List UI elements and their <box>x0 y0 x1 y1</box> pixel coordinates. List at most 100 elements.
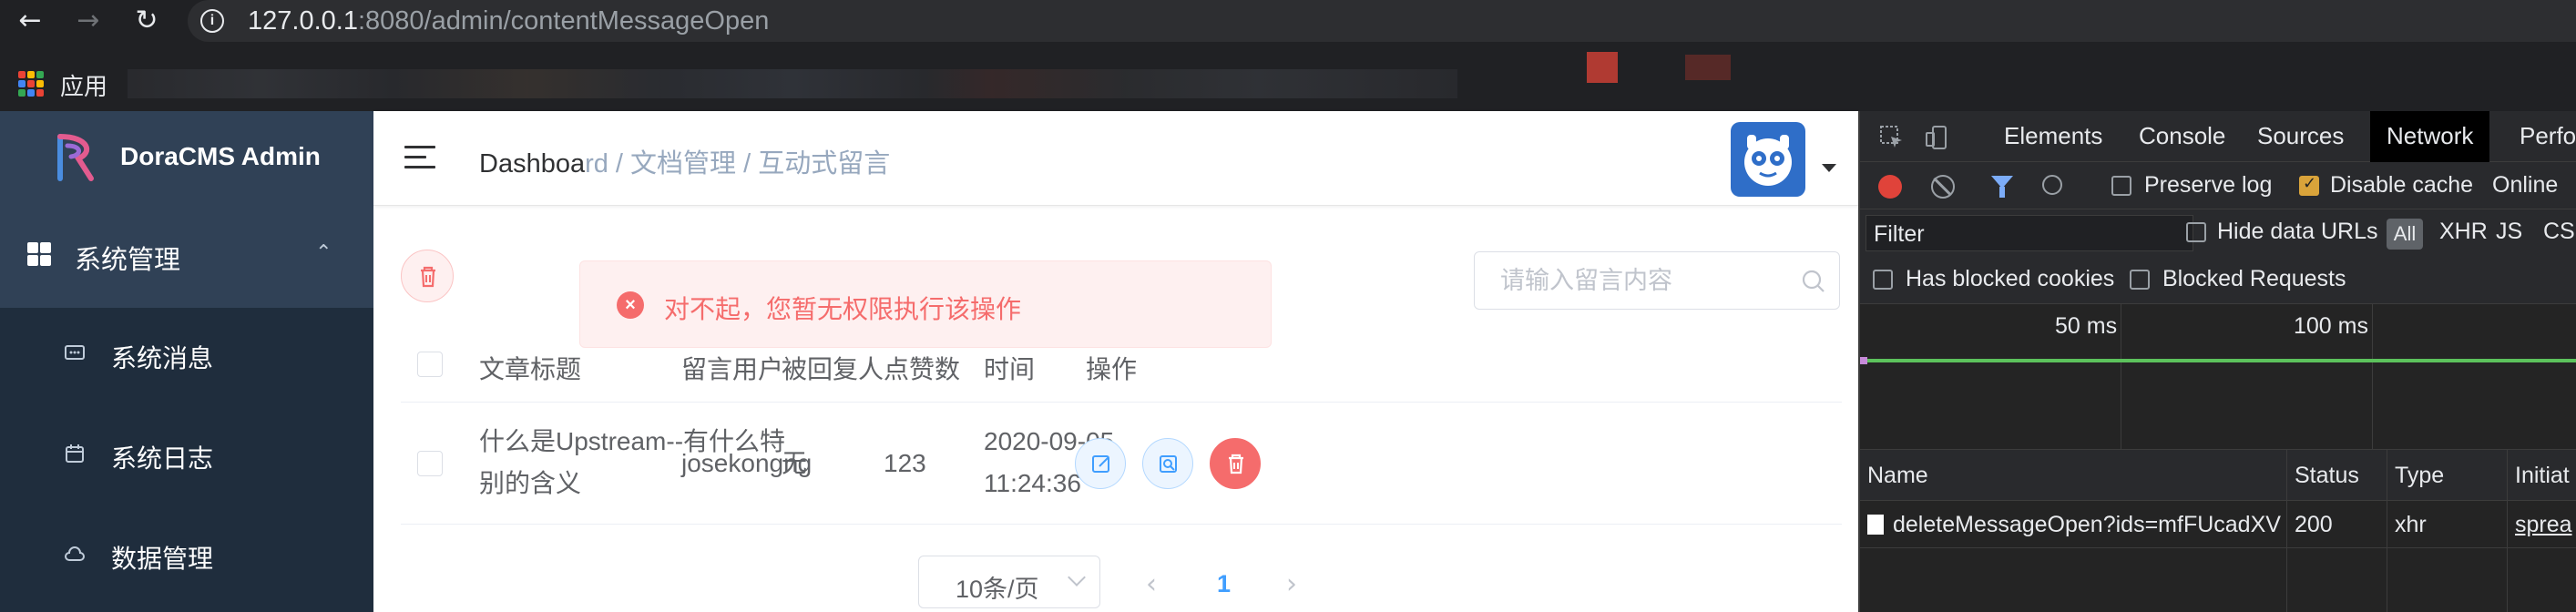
url-text[interactable]: 127.0.0.1:8080/admin/contentMessageOpen <box>248 6 769 36</box>
sidebar-group-label: 系统管理 <box>75 246 181 275</box>
column-header-name[interactable]: Name <box>1860 450 2286 501</box>
bookmarks-bar: 应用 <box>0 62 2576 102</box>
select-all-checkbox[interactable] <box>417 352 443 377</box>
column-header-likes[interactable]: 点赞数 <box>884 350 960 386</box>
blurred-bookmarks <box>128 69 1457 98</box>
request-status: 200 <box>2286 501 2387 548</box>
column-header-time[interactable]: 时间 <box>984 350 1035 386</box>
page-size-select[interactable]: 10条/页 <box>918 556 1100 608</box>
breadcrumb-rest: rd / 文档管理 / 互动式留言 <box>585 149 891 178</box>
column-header-replied-to[interactable]: 被回复人 <box>782 350 884 386</box>
devtools-tabbar: Elements Console Sources Network Perform <box>1860 111 2576 162</box>
type-filter-all[interactable]: All <box>2387 219 2423 250</box>
message-likes: 123 <box>884 449 926 477</box>
delete-button[interactable] <box>1210 438 1261 489</box>
sidebar-item-data-management[interactable]: 数据管理 <box>0 508 373 599</box>
hamburger-menu-icon[interactable] <box>404 146 435 171</box>
has-blocked-cookies-checkbox[interactable] <box>1873 270 1893 290</box>
prev-page-icon[interactable]: ‹ <box>1146 568 1157 600</box>
reload-icon[interactable]: ↻ <box>129 4 164 38</box>
apps-grid-icon[interactable] <box>18 71 44 97</box>
search-icon[interactable] <box>2042 175 2062 195</box>
device-toolbar-icon[interactable] <box>1924 124 1951 151</box>
hide-data-urls-checkbox[interactable] <box>2186 222 2206 242</box>
sidebar-item-system-messages[interactable]: 系统消息 <box>0 308 373 399</box>
column-header-user[interactable]: 留言用户 <box>681 350 783 386</box>
forward-arrow-icon[interactable]: → <box>71 4 106 38</box>
column-header-initiator[interactable]: Initiat <box>2507 450 2576 501</box>
robot-avatar-icon <box>1744 135 1792 186</box>
type-filter-js[interactable]: JS <box>2496 219 2522 245</box>
timeline-label-50ms: 50 ms <box>2055 313 2118 339</box>
column-header-type[interactable]: Type <box>2387 450 2507 501</box>
request-name-cell: deleteMessageOpen?ids=mfFUcadXV <box>1860 501 2286 548</box>
devtools-tab-performance[interactable]: Perform <box>2520 122 2576 150</box>
site-info-icon[interactable]: i <box>200 9 224 33</box>
devtools-tab-elements[interactable]: Elements <box>2004 122 2102 150</box>
avatar[interactable] <box>1731 122 1805 197</box>
admin-app: DoraCMS Admin 系统管理 ⌄ 系统消息 系统日志 数据管理 Dash… <box>0 111 1858 612</box>
preserve-log-checkbox[interactable] <box>2111 176 2131 196</box>
sidebar-item-system-logs[interactable]: 系统日志 <box>0 408 373 499</box>
chevron-down-icon <box>1068 568 1086 586</box>
timeline-label-100ms: 100 ms <box>2294 313 2368 339</box>
type-filter-css[interactable]: CS <box>2543 219 2575 245</box>
browser-chrome: ← → ↻ i 127.0.0.1:8080/admin/contentMess… <box>0 0 2576 111</box>
devtools-tab-network[interactable]: Network <box>2370 111 2490 162</box>
type-filter-xhr[interactable]: XHR <box>2439 219 2488 245</box>
sidebar-group-system[interactable]: 系统管理 ⌄ <box>0 209 373 301</box>
column-header-status[interactable]: Status <box>2286 450 2387 501</box>
message-search-field[interactable] <box>1474 251 1840 310</box>
brand-name: DoraCMS Admin <box>120 142 321 170</box>
disable-cache-checkbox[interactable] <box>2299 174 2319 196</box>
chevron-up-icon: ⌄ <box>315 240 332 262</box>
breadcrumb-dashboard[interactable]: Dashboa <box>479 149 585 178</box>
caret-down-icon[interactable] <box>1822 164 1836 172</box>
request-type: xhr <box>2387 501 2507 548</box>
devtools-tab-console[interactable]: Console <box>2139 122 2225 150</box>
blocked-requests-label: Blocked Requests <box>2162 266 2346 291</box>
sidebar-item-label: 数据管理 <box>111 545 214 573</box>
next-page-icon[interactable]: › <box>1286 568 1297 600</box>
column-header-title[interactable]: 文章标题 <box>479 350 581 386</box>
network-table-header: Name Status Type Initiat <box>1860 450 2576 501</box>
table-gridline <box>2286 548 2287 612</box>
network-toolbar: Preserve log Disable cache Online <box>1860 162 2576 209</box>
network-table-body-empty <box>1860 548 2576 612</box>
hide-data-urls-label: Hide data URLs <box>2217 219 2378 244</box>
timeline-gridline <box>2372 304 2373 450</box>
bulk-delete-button[interactable] <box>401 250 454 302</box>
timeline-marker <box>1860 357 1867 364</box>
search-icon[interactable] <box>1801 269 1826 294</box>
network-filter-input[interactable]: Filter <box>1866 215 2193 251</box>
search-input[interactable] <box>1500 265 1783 296</box>
view-detail-icon <box>1160 455 1177 473</box>
preserve-log-label: Preserve log <box>2144 172 2273 198</box>
doracms-logo-icon <box>57 134 94 181</box>
view-button[interactable] <box>1142 438 1193 489</box>
breadcrumb: Dashboard / 文档管理 / 互动式留言 <box>479 142 890 180</box>
request-initiator-link[interactable]: sprea <box>2507 501 2576 548</box>
column-header-actions: 操作 <box>1086 355 1138 383</box>
bookmarks-apps-label[interactable]: 应用 <box>60 68 107 102</box>
network-request-row[interactable]: deleteMessageOpen?ids=mfFUcadXV 200 xhr … <box>1860 501 2576 548</box>
address-bar[interactable]: i 127.0.0.1:8080/admin/contentMessageOpe… <box>188 0 2576 42</box>
message-replied-to: 无 <box>782 449 808 477</box>
network-blocked-row: Has blocked cookies Blocked Requests <box>1860 255 2576 304</box>
filter-funnel-icon[interactable] <box>1991 176 2013 198</box>
sidebar: DoraCMS Admin 系统管理 ⌄ 系统消息 系统日志 数据管理 <box>0 111 373 612</box>
inspect-element-icon[interactable] <box>1878 124 1906 151</box>
edit-button[interactable] <box>1075 438 1126 489</box>
row-checkbox[interactable] <box>417 451 443 476</box>
clear-icon[interactable] <box>1931 175 1955 199</box>
page-number-current[interactable]: 1 <box>1217 570 1231 598</box>
trash-icon <box>421 266 435 288</box>
devtools-tab-sources[interactable]: Sources <box>2257 122 2344 150</box>
blocked-requests-checkbox[interactable] <box>2130 270 2150 290</box>
throttling-select[interactable]: Online <box>2492 172 2558 199</box>
record-icon[interactable] <box>1878 175 1902 199</box>
brand[interactable]: DoraCMS Admin <box>0 111 373 202</box>
network-timeline[interactable]: 50 ms 100 ms <box>1860 304 2576 450</box>
back-arrow-icon[interactable]: ← <box>13 4 47 38</box>
message-title[interactable]: 什么是Upstream--有什么特 别的含义 <box>479 421 785 505</box>
